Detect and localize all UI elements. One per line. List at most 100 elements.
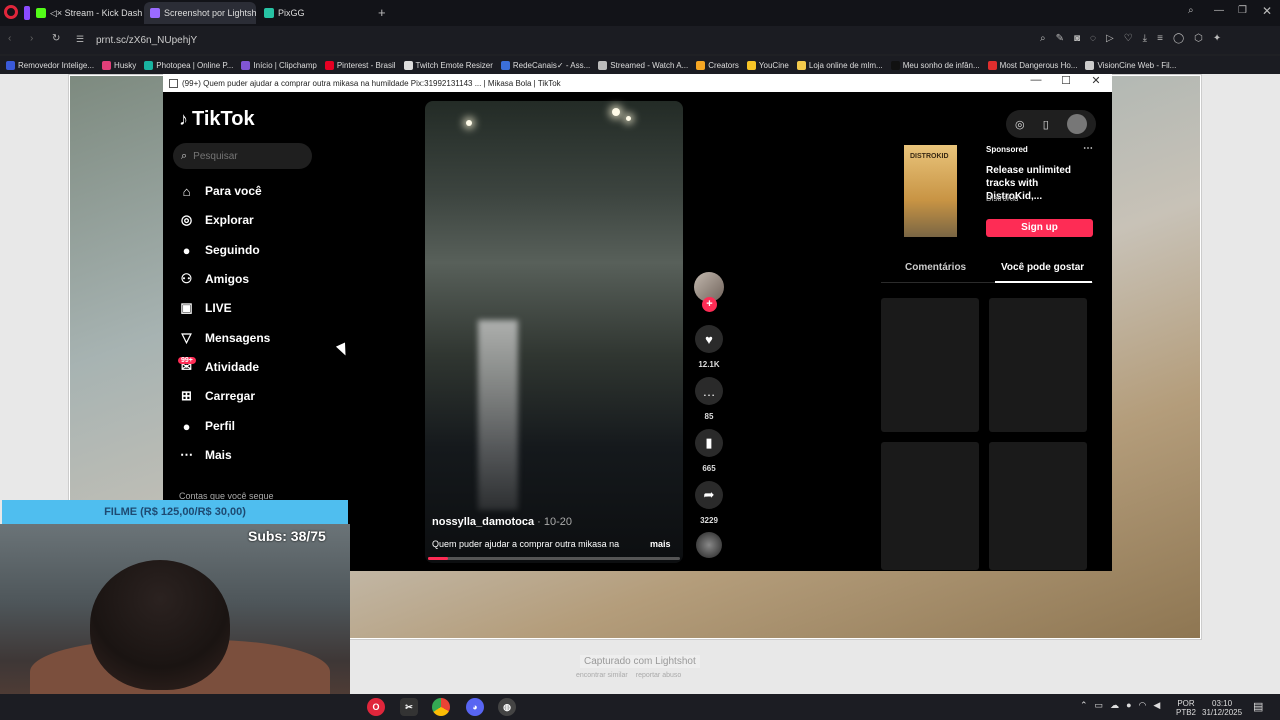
follow-button[interactable]: + xyxy=(702,297,717,312)
chrome-taskbar-icon[interactable] xyxy=(432,698,450,716)
tab-pixgg[interactable]: PixGG xyxy=(258,2,368,24)
zoom-icon[interactable]: ⌕ xyxy=(1040,33,1046,44)
caption-more-button[interactable]: mais xyxy=(650,539,671,549)
url-field[interactable]: prnt.sc/zX6n_NUpehjY xyxy=(96,35,197,46)
network-icon[interactable]: ◠ xyxy=(1139,700,1147,711)
find-similar-link[interactable]: encontrar similar xyxy=(576,672,628,679)
suggested-video[interactable] xyxy=(989,442,1087,570)
video-light xyxy=(612,108,620,116)
heart-icon[interactable]: ♡ xyxy=(1124,33,1133,44)
subs-counter: Subs: 38/75 xyxy=(248,528,326,544)
notifications-icon[interactable]: ▤ xyxy=(1253,700,1263,713)
maximize-icon[interactable]: ❐ xyxy=(1238,5,1247,16)
save-count: 665 xyxy=(702,464,716,473)
search-input[interactable] xyxy=(193,150,294,162)
new-tab-button[interactable]: + xyxy=(378,5,386,20)
search-box[interactable]: ⌕ xyxy=(173,143,312,169)
compass-icon[interactable]: ◎ xyxy=(1015,118,1025,131)
report-abuse-link[interactable]: reportar abuso xyxy=(636,672,682,679)
forward-icon[interactable]: › xyxy=(30,33,33,44)
sidebar-item-perfil[interactable]: ● Perfil xyxy=(178,415,235,437)
save-button[interactable]: ▮ xyxy=(695,429,723,457)
discord-taskbar-icon[interactable]: ◕ xyxy=(466,698,484,716)
profile-avatar[interactable] xyxy=(1066,114,1087,134)
opera-taskbar-icon[interactable]: O xyxy=(367,698,385,716)
suggested-video[interactable] xyxy=(989,298,1087,432)
sidebar-item-live[interactable]: ▣ LIVE xyxy=(178,297,231,319)
cloud-icon[interactable]: ☁ xyxy=(1110,700,1119,711)
minimize-icon[interactable]: — xyxy=(1214,5,1224,16)
suggested-video[interactable] xyxy=(881,442,979,570)
download-icon[interactable]: ⤓ xyxy=(1143,33,1147,44)
video-player[interactable] xyxy=(425,101,683,563)
bookmark-item[interactable]: Twitch Emote Resizer xyxy=(403,60,493,70)
tab-kick-dashboard[interactable]: ◁× Stream - Kick Dashbo... xyxy=(30,2,142,24)
video-author[interactable]: nossylla_damotoca · 10-20 xyxy=(432,516,572,528)
capcut-taskbar-icon[interactable]: ✂ xyxy=(400,698,418,716)
close-icon[interactable]: ✕ xyxy=(1262,4,1272,18)
sidebar-item-mais[interactable]: ⋯ Mais xyxy=(178,444,232,466)
tab-comments[interactable]: Comentários xyxy=(905,262,966,273)
tab-lightshot[interactable]: Screenshot por Lightshot xyxy=(144,2,256,24)
back-icon[interactable]: ‹ xyxy=(8,33,11,44)
mic-icon[interactable]: ● xyxy=(1126,700,1131,711)
video-username[interactable]: nossylla_damotoca xyxy=(432,516,534,528)
bookmark-item[interactable]: Photopea | Online P... xyxy=(144,60,233,70)
inner-minimize-icon: — xyxy=(1030,74,1042,86)
tray-up-icon[interactable]: ⌃ xyxy=(1080,700,1088,711)
comment-button[interactable]: … xyxy=(695,377,723,405)
sidebar-item-carregar[interactable]: ⊞ Carregar xyxy=(178,385,255,407)
signup-button[interactable]: Sign up xyxy=(986,219,1093,237)
bookmark-icon xyxy=(890,60,900,70)
battery-icon[interactable]: ▭ xyxy=(1095,700,1104,711)
lightshot-icon xyxy=(150,8,160,18)
lightshot-caption[interactable]: Capturado com Lightshot xyxy=(580,655,700,668)
search-tabs-icon[interactable]: ⌕ xyxy=(1188,5,1194,16)
bookmark-item[interactable]: RedeCanais✓ - Ass... xyxy=(500,60,590,70)
like-button[interactable]: ♥ xyxy=(695,325,723,353)
tab-you-may-like[interactable]: Você pode gostar xyxy=(1001,262,1084,273)
bookmark-item[interactable]: Husky xyxy=(102,60,136,70)
bookmark-item[interactable]: Meu sonho de infân... xyxy=(890,60,980,70)
ai-icon[interactable]: ✦ xyxy=(1213,33,1221,44)
reload-icon[interactable]: ↻ xyxy=(52,33,60,44)
opera-logo-icon[interactable] xyxy=(4,5,18,19)
tiktok-note-icon: ♪ xyxy=(179,109,188,129)
clock[interactable]: 03:10 31/12/2025 xyxy=(1202,699,1242,717)
bookmark-item[interactable]: Most Dangerous Ho... xyxy=(987,60,1077,70)
play-icon[interactable]: ▷ xyxy=(1106,33,1114,44)
suggested-video[interactable] xyxy=(881,298,979,432)
volume-icon[interactable]: ◀ xyxy=(1153,700,1160,711)
tiktok-logo[interactable]: ♪ TikTok xyxy=(179,108,255,131)
sidebar-item-mensagens[interactable]: ▽ Mensagens xyxy=(178,327,271,349)
device-icon[interactable]: ▯ xyxy=(1043,118,1049,131)
sidebar-item-seguindo[interactable]: ● Seguindo xyxy=(178,239,260,261)
bookmark-item[interactable]: Início | Clipchamp xyxy=(241,60,317,70)
sidebar-item-explorar[interactable]: ◎ Explorar xyxy=(178,209,254,231)
camera-icon[interactable]: ◙ xyxy=(1074,33,1080,44)
menu-icon[interactable]: ≡ xyxy=(1157,33,1163,44)
obs-taskbar-icon[interactable]: ◍ xyxy=(498,698,516,716)
bookmark-item[interactable]: Loja online de mlm... xyxy=(796,60,883,70)
share-button[interactable]: ➦ xyxy=(695,481,723,509)
language-indicator[interactable]: POR PTB2 xyxy=(1176,699,1196,717)
account-icon[interactable]: ◯ xyxy=(1173,33,1184,44)
bookmark-item[interactable]: VisionCine Web - Fil... xyxy=(1085,60,1176,70)
bookmark-item[interactable]: Removedor Intelige... xyxy=(6,60,95,70)
lightshot-links: encontrar similar reportar abuso xyxy=(576,672,681,679)
sidebar-item-para-voc-[interactable]: ⌂ Para você xyxy=(178,180,262,202)
music-disc-icon[interactable] xyxy=(696,532,722,558)
ad-more-icon[interactable]: ⋯ xyxy=(1083,143,1093,154)
extension-icon[interactable]: ⬡ xyxy=(1194,33,1203,44)
bookmark-item[interactable]: YouCine xyxy=(746,60,789,70)
bookmark-item[interactable]: Streamed - Watch A... xyxy=(598,60,688,70)
bookmark-item[interactable]: Pinterest - Brasil xyxy=(324,60,396,70)
site-info-icon[interactable]: ☰ xyxy=(76,34,84,45)
shield-icon[interactable]: ◌ xyxy=(1090,33,1096,44)
bookmark-item[interactable]: Creators xyxy=(696,60,739,70)
bookmark-icon xyxy=(403,60,413,70)
bookmark-label: Removedor Intelige... xyxy=(18,60,95,70)
edit-icon[interactable]: ✎ xyxy=(1056,33,1064,44)
sidebar-item-amigos[interactable]: ⚇ Amigos xyxy=(178,268,249,290)
video-progress-bar[interactable] xyxy=(428,557,680,560)
